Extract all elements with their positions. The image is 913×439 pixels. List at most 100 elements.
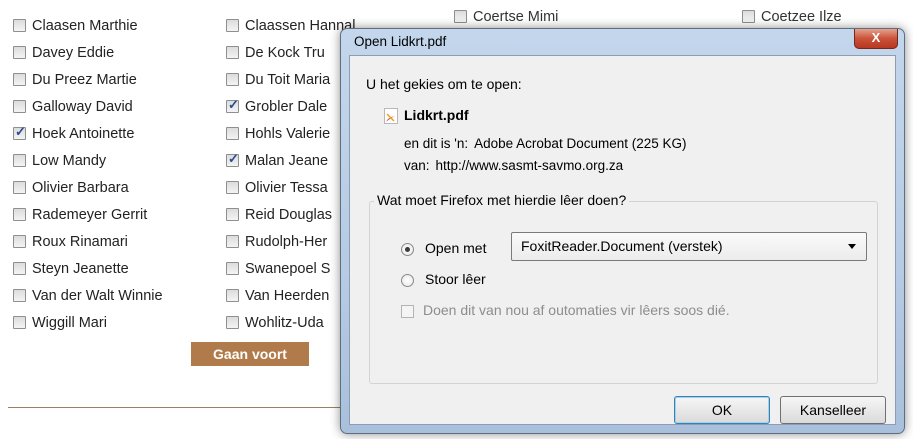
save-file-label[interactable]: Stoor lêer: [425, 271, 486, 287]
pdf-file-icon: [384, 108, 398, 124]
open-with-app-select[interactable]: FoxitReader.Document (verstek): [511, 232, 867, 261]
open-file-dialog: Open Lidkrt.pdf X U het gekies om te ope…: [340, 28, 905, 434]
file-type-row: en dit is 'n: Adobe Acrobat Document (225…: [404, 136, 687, 151]
open-with-radio[interactable]: [401, 243, 414, 256]
member-name: Du Preez Martie: [32, 71, 137, 88]
member-row[interactable]: Van Heerden: [226, 282, 355, 309]
member-checkbox[interactable]: [226, 73, 239, 86]
member-name: Davey Eddie: [32, 44, 115, 61]
member-name: Van der Walt Winnie: [32, 287, 163, 304]
member-list-column-4: Coetzee Ilze: [742, 3, 913, 30]
member-checkbox[interactable]: [13, 208, 26, 221]
member-row[interactable]: Rademeyer Gerrit: [13, 201, 163, 228]
member-row[interactable]: Rudolph-Her: [226, 228, 355, 255]
file-source-row: van: http://www.sasmt-savmo.org.za: [404, 158, 623, 173]
member-row[interactable]: Reid Douglas: [226, 201, 355, 228]
member-row[interactable]: Steyn Jeanette: [13, 255, 163, 282]
member-name: Van Heerden: [245, 287, 330, 304]
member-row[interactable]: Roux Rinamari: [13, 228, 163, 255]
open-with-label[interactable]: Open met: [425, 240, 486, 256]
member-checkbox[interactable]: [13, 124, 26, 140]
member-row[interactable]: Olivier Tessa: [226, 174, 355, 201]
member-checkbox[interactable]: [226, 19, 239, 32]
member-name: Roux Rinamari: [32, 233, 128, 250]
action-group: Wat moet Firefox met hierdie lêer doen? …: [369, 192, 878, 384]
member-row[interactable]: Wiggill Mari: [13, 309, 163, 336]
member-name: Swanepoel S: [245, 260, 331, 277]
member-list-column-1: Claasen Marthie Davey Eddie Du Preez Marti…: [13, 12, 163, 336]
intro-text: U het gekies om te open:: [366, 76, 522, 92]
member-row[interactable]: Wohlitz-Uda: [226, 309, 355, 336]
file-source-label: van:: [404, 158, 430, 173]
member-checkbox[interactable]: [226, 289, 239, 302]
save-file-radio[interactable]: [401, 274, 414, 287]
member-checkbox[interactable]: [226, 46, 239, 59]
member-checkbox[interactable]: [226, 181, 239, 194]
member-name: Claasen Marthie: [32, 17, 138, 34]
member-checkbox[interactable]: [13, 262, 26, 275]
auto-action-checkbox[interactable]: [401, 305, 414, 318]
member-checkbox[interactable]: [13, 289, 26, 302]
member-checkbox[interactable]: [226, 127, 239, 140]
member-list-column-3: Coertse Mimi: [454, 3, 643, 30]
member-name: Olivier Tessa: [245, 179, 328, 196]
cancel-button[interactable]: Kanselleer: [780, 396, 886, 424]
member-name: De Kock Tru: [245, 44, 325, 61]
member-row[interactable]: Davey Eddie: [13, 39, 163, 66]
close-button[interactable]: X: [854, 29, 898, 49]
member-name: Du Toit Maria: [245, 71, 331, 88]
action-question: Wat moet Firefox met hierdie lêer doen?: [374, 192, 630, 208]
member-checkbox[interactable]: [13, 73, 26, 86]
member-row[interactable]: Du Preez Martie: [13, 66, 163, 93]
auto-action-label[interactable]: Doen dit van nou af outomaties vir lêers…: [423, 302, 730, 318]
member-list-column-2: Claassen Hannalie De Kock Tru Du Toit Mari…: [226, 12, 355, 336]
member-checkbox[interactable]: [13, 19, 26, 32]
member-checkbox[interactable]: [226, 151, 239, 167]
member-name: Coertse Mimi: [473, 8, 559, 25]
member-row[interactable]: Grobler Dale: [226, 93, 355, 120]
member-checkbox[interactable]: [13, 154, 26, 167]
file-source-value: http://www.sasmt-savmo.org.za: [435, 158, 624, 173]
member-row[interactable]: Low Mandy: [13, 147, 163, 174]
member-row[interactable]: Hoek Antoinette: [13, 120, 163, 147]
member-row[interactable]: De Kock Tru: [226, 39, 355, 66]
member-row[interactable]: Coetzee Ilze: [742, 3, 913, 30]
member-row[interactable]: Galloway David: [13, 93, 163, 120]
member-checkbox[interactable]: [226, 208, 239, 221]
member-row[interactable]: Du Toit Maria: [226, 66, 355, 93]
member-name: Malan Jeane: [245, 152, 329, 169]
member-row[interactable]: Van der Walt Winnie: [13, 282, 163, 309]
ok-button[interactable]: OK: [674, 396, 770, 424]
member-checkbox[interactable]: [13, 46, 26, 59]
member-row[interactable]: Claasen Marthie: [13, 12, 163, 39]
member-row[interactable]: Olivier Barbara: [13, 174, 163, 201]
member-row[interactable]: Swanepoel S: [226, 255, 355, 282]
member-name: Grobler Dale: [245, 98, 328, 115]
member-checkbox[interactable]: [226, 97, 239, 113]
member-name: Rademeyer Gerrit: [32, 206, 148, 223]
member-checkbox[interactable]: [454, 10, 467, 23]
member-row[interactable]: Hohls Valerie: [226, 120, 355, 147]
member-checkbox[interactable]: [226, 316, 239, 329]
member-checkbox[interactable]: [742, 10, 755, 23]
dialog-title: Open Lidkrt.pdf: [354, 34, 447, 49]
member-name: Claassen Hannalie: [245, 17, 355, 34]
member-row[interactable]: Claassen Hannalie: [226, 12, 355, 39]
member-name: Olivier Barbara: [32, 179, 129, 196]
member-checkbox[interactable]: [13, 316, 26, 329]
open-with-app-value: FoxitReader.Document (verstek): [521, 238, 723, 254]
member-name: Hohls Valerie: [245, 125, 331, 142]
member-name: Reid Douglas: [245, 206, 333, 223]
member-row[interactable]: Coertse Mimi: [454, 3, 643, 30]
file-type-value: Adobe Acrobat Document (225 KG): [474, 136, 687, 151]
member-name: Steyn Jeanette: [32, 260, 129, 277]
chevron-down-icon: [848, 244, 856, 249]
member-row[interactable]: Malan Jeane: [226, 147, 355, 174]
continue-button[interactable]: Gaan voort: [191, 342, 309, 366]
member-checkbox[interactable]: [13, 100, 26, 113]
member-checkbox[interactable]: [226, 262, 239, 275]
member-checkbox[interactable]: [13, 181, 26, 194]
member-name: Wohlitz-Uda: [245, 314, 324, 331]
member-checkbox[interactable]: [226, 235, 239, 248]
member-checkbox[interactable]: [13, 235, 26, 248]
